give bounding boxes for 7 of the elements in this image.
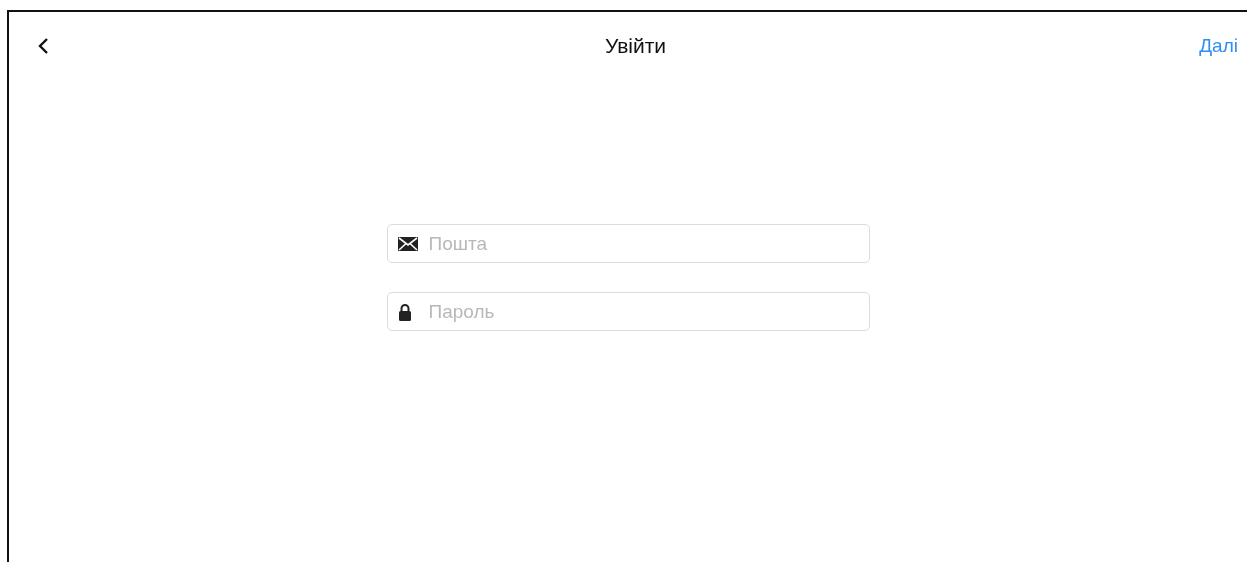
page-title: Увійти (604, 34, 667, 58)
next-link[interactable]: Далі (1199, 35, 1238, 57)
password-field[interactable]: Пароль (386, 292, 870, 331)
back-icon (37, 37, 49, 55)
lock-icon (397, 302, 412, 321)
envelope-icon (397, 236, 418, 251)
email-field[interactable]: Пошта (386, 224, 870, 263)
